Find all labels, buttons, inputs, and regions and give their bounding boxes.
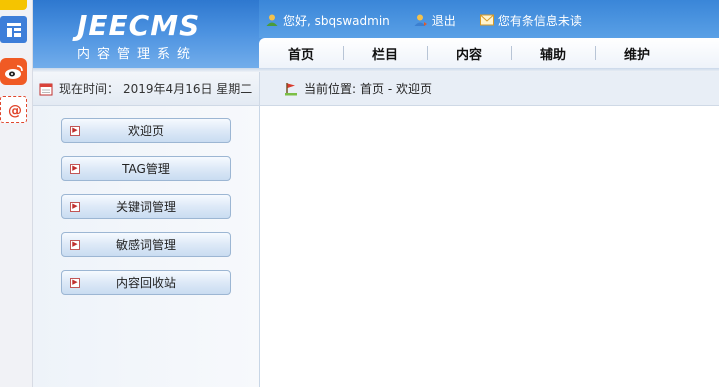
app-header: JEECMS 内容管理系统 您好, sbqswadmin 退出 您有条信息未读 … (33, 0, 719, 72)
sidebar-item-label: 欢迎页 (127, 124, 164, 138)
tab-home[interactable]: 首页 (259, 38, 343, 68)
folder-icon[interactable] (0, 0, 27, 10)
weibo-icon[interactable] (0, 58, 27, 85)
logout-text[interactable]: 退出 (432, 12, 456, 29)
svg-text:@: @ (8, 103, 22, 119)
sidebar-item-tag[interactable]: ▶ TAG管理 (61, 156, 231, 181)
breadcrumb: 当前位置: 首页 - 欢迎页 (260, 72, 719, 105)
logout-icon (414, 13, 428, 27)
user-bar: 您好, sbqswadmin 退出 您有条信息未读 (265, 10, 606, 30)
desktop-strip: @ (0, 0, 33, 387)
sidebar-item-label: 关键词管理 (115, 200, 176, 214)
logout-link[interactable]: 退出 (414, 12, 456, 29)
greeting: 您好, sbqswadmin (265, 12, 390, 29)
sidebar-item-label: 敏感词管理 (115, 238, 176, 252)
logo-subtitle: 内容管理系统 (77, 47, 198, 62)
tab-columns[interactable]: 栏目 (343, 38, 427, 68)
tab-assist[interactable]: 辅助 (511, 38, 595, 68)
flag-icon (285, 82, 297, 95)
date-label: 现在时间： (59, 82, 120, 96)
arrow-right-icon: ▶ (70, 277, 80, 288)
breadcrumb-label: 当前位置: (304, 82, 357, 96)
envelope-icon (479, 13, 494, 27)
sidebar-item-recycle[interactable]: ▶ 内容回收站 (61, 270, 231, 295)
layout-icon[interactable] (0, 16, 27, 43)
user-icon (265, 13, 279, 27)
sidebar-item-welcome[interactable]: ▶ 欢迎页 (61, 118, 231, 143)
calendar-icon (39, 83, 53, 95)
main-nav: 首页 栏目 内容 辅助 维护 (259, 38, 719, 68)
arrow-right-icon: ▶ (70, 125, 80, 136)
arrow-right-icon: ▶ (70, 163, 80, 174)
mail-at-icon[interactable]: @ (0, 96, 27, 123)
sidebar: ▶ 欢迎页 ▶ TAG管理 ▶ 关键词管理 ▶ 敏感词管理 ▶ 内容回收站 (33, 106, 260, 387)
sidebar-item-label: TAG管理 (122, 162, 170, 176)
sidebar-item-sensitive[interactable]: ▶ 敏感词管理 (61, 232, 231, 257)
messages-link[interactable]: 您有条信息未读 (479, 12, 582, 29)
date-value: 2019年4月16日 星期二 (123, 82, 253, 96)
tab-content[interactable]: 内容 (427, 38, 511, 68)
greeting-text: 您好, sbqswadmin (283, 13, 390, 28)
date-display: 现在时间： 2019年4月16日 星期二 (33, 72, 260, 105)
status-bar: 现在时间： 2019年4月16日 星期二 当前位置: 首页 - 欢迎页 (33, 72, 719, 106)
logo-title: JEECMS (77, 9, 201, 42)
main-content (260, 106, 719, 387)
tab-maintain[interactable]: 维护 (595, 38, 679, 68)
breadcrumb-value: 首页 - 欢迎页 (360, 82, 433, 96)
sidebar-item-label: 内容回收站 (115, 276, 176, 290)
messages-text[interactable]: 您有条信息未读 (498, 12, 582, 29)
arrow-right-icon: ▶ (70, 239, 80, 250)
arrow-right-icon: ▶ (70, 201, 80, 212)
sidebar-item-keywords[interactable]: ▶ 关键词管理 (61, 194, 231, 219)
